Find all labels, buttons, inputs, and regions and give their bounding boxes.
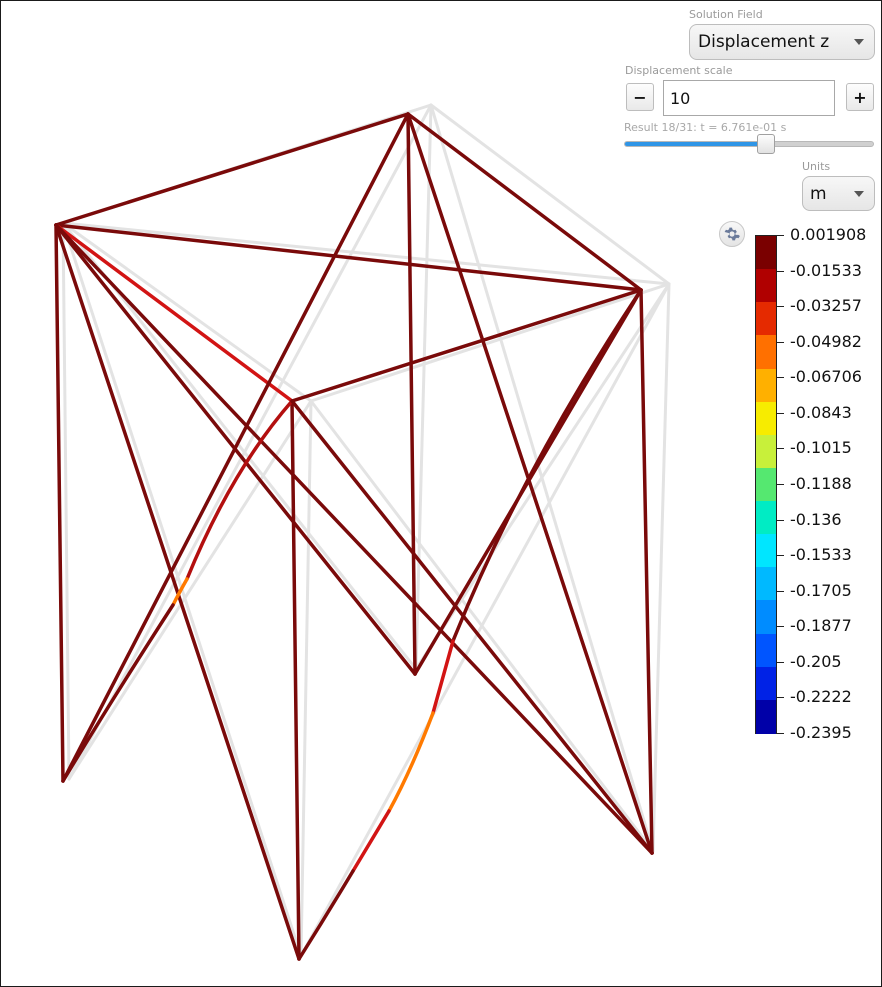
member <box>290 399 301 961</box>
color-legend-label: -0.1015 <box>790 438 852 458</box>
color-legend-bar <box>755 235 777 734</box>
model-viewport[interactable] <box>1 1 881 986</box>
member <box>61 603 175 783</box>
color-legend-label: -0.2395 <box>790 723 852 742</box>
color-legend-label: -0.1533 <box>790 545 852 565</box>
color-legend-segment <box>756 335 776 370</box>
color-legend-tick <box>776 484 784 485</box>
member <box>387 711 435 813</box>
undeformed-member <box>61 221 71 781</box>
solution-field-label: Solution Field <box>689 8 763 21</box>
decrease-scale-button[interactable]: − <box>626 83 654 111</box>
member <box>431 639 455 715</box>
color-legend-tick <box>776 519 784 521</box>
chevron-down-icon <box>854 39 864 45</box>
color-legend-tick <box>776 733 784 734</box>
solution-field-dropdown[interactable]: Displacement z <box>689 24 875 60</box>
color-legend-tick <box>776 270 784 272</box>
color-legend-segment <box>756 534 776 568</box>
color-legend-segment <box>756 501 776 535</box>
color-legend-label: -0.205 <box>790 651 842 671</box>
undeformed-member <box>61 221 671 286</box>
color-legend-label: -0.1705 <box>790 580 852 600</box>
member <box>297 869 355 961</box>
color-legend-segment <box>756 567 776 602</box>
member <box>290 399 654 855</box>
displacement-scale-label: Displacement scale <box>625 64 733 77</box>
member <box>351 809 391 873</box>
color-legend-segment <box>756 368 776 403</box>
gear-icon[interactable] <box>719 221 745 247</box>
gear-glyph <box>724 227 740 241</box>
color-legend-label: -0.03257 <box>790 296 862 316</box>
undeformed-structure <box>61 103 671 958</box>
units-dropdown[interactable]: m <box>802 176 875 211</box>
color-legend-tick <box>776 590 784 592</box>
member <box>185 399 294 581</box>
color-legend-tick <box>776 626 784 628</box>
color-legend-segment <box>756 666 776 701</box>
color-legend-segment <box>756 633 776 668</box>
color-legend-tick <box>776 412 784 414</box>
color-legend-tick <box>776 555 784 557</box>
color-legend-tick <box>776 341 784 343</box>
displacement-scale-input[interactable] <box>663 80 835 116</box>
color-legend-label: -0.0843 <box>790 402 852 422</box>
color-legend-segment <box>756 401 776 436</box>
undeformed-member <box>414 103 433 671</box>
color-legend-tick <box>776 697 784 699</box>
color-legend-segment <box>756 600 776 635</box>
member <box>406 112 654 855</box>
member <box>61 112 410 783</box>
member <box>54 223 65 783</box>
member <box>290 288 643 403</box>
color-legend-tick <box>776 377 784 379</box>
solution-field-value: Displacement z <box>698 32 830 52</box>
color-legend-segment <box>756 467 776 502</box>
result-slider[interactable] <box>624 134 874 154</box>
color-legend-tick <box>776 235 784 236</box>
member <box>639 288 654 855</box>
member <box>54 223 301 961</box>
color-legend-tick <box>776 306 784 308</box>
color-legend-segment <box>756 434 776 469</box>
color-legend-segment <box>756 699 776 734</box>
result-slider-handle[interactable] <box>756 134 775 154</box>
undeformed-member <box>67 103 433 781</box>
color-legend-segment <box>756 236 776 270</box>
color-legend-label: -0.1877 <box>790 616 852 636</box>
member <box>406 112 643 292</box>
result-time-label: Result 18/31: t = 6.761e-01 s <box>624 121 787 134</box>
color-legend-label: 0.001908 <box>790 225 867 244</box>
chevron-down-icon <box>854 190 864 197</box>
member <box>406 112 417 676</box>
color-legend-segment <box>756 269 776 303</box>
units-value: m <box>810 183 827 204</box>
color-legend-label: -0.1188 <box>790 474 852 493</box>
color-legend-tick <box>776 661 784 663</box>
color-legend-label: -0.06706 <box>790 367 862 387</box>
color-legend-label: -0.04982 <box>790 331 862 351</box>
undeformed-member <box>651 282 671 853</box>
color-legend-tick <box>776 448 784 450</box>
color-legend-label: -0.136 <box>790 509 842 529</box>
viewer-frame: Solution Field Displacement z Displaceme… <box>0 0 882 987</box>
member <box>413 288 643 676</box>
increase-scale-button[interactable]: + <box>846 83 874 111</box>
deformed-structure <box>54 112 654 961</box>
units-label: Units <box>802 160 831 173</box>
color-legend-label: -0.2222 <box>790 687 852 707</box>
result-slider-fill <box>625 142 766 146</box>
member <box>54 112 410 227</box>
color-legend-segment <box>756 302 776 336</box>
color-legend-label: -0.01533 <box>790 260 862 280</box>
